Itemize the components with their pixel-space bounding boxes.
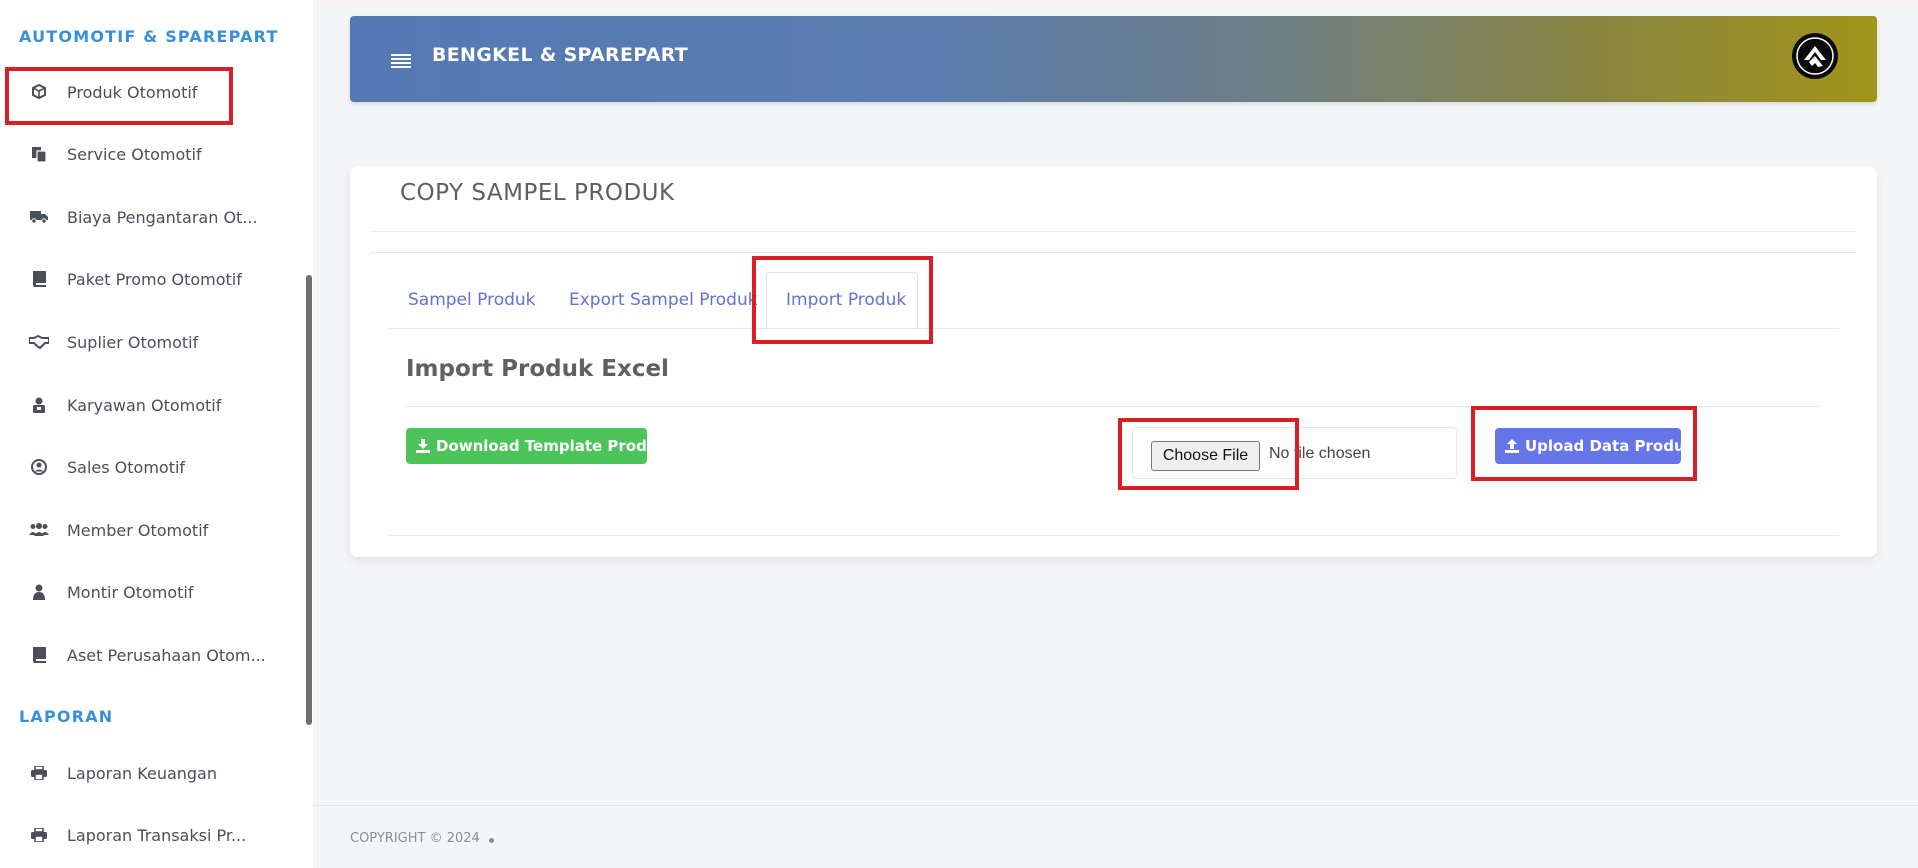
handshake-icon — [28, 331, 50, 353]
sidebar-item-label: Aset Perusahaan Otom... — [67, 645, 266, 665]
download-template-label: Download Template Produk — [436, 437, 668, 455]
file-status: No file chosen — [1269, 445, 1371, 462]
sidebar-item-aset-perusahaan[interactable]: Aset Perusahaan Otom... — [0, 633, 290, 677]
divider — [370, 231, 1857, 232]
download-icon — [416, 439, 430, 453]
sidebar-item-label: Paket Promo Otomotif — [67, 269, 242, 289]
divider — [388, 535, 1839, 536]
copy-icon — [28, 143, 50, 165]
footer-dot — [489, 838, 494, 843]
footer: COPYRIGHT © 2024 — [313, 805, 1918, 868]
sidebar-item-label: Sales Otomotif — [67, 457, 186, 477]
choose-file-button[interactable]: Choose File — [1151, 441, 1260, 471]
sidebar-item-label: Member Otomotif — [67, 520, 209, 540]
upload-data-button[interactable]: Upload Data Produk — [1495, 428, 1695, 464]
sidebar: AUTOMOTIF & SPAREPART Produk Otomotif Se… — [0, 0, 313, 868]
sidebar-item-paket-promo[interactable]: Paket Promo Otomotif — [0, 257, 290, 301]
sidebar-section-heading: LAPORAN — [19, 707, 114, 726]
sidebar-item-label: Laporan Keuangan — [67, 763, 217, 783]
user-lock-icon — [28, 394, 50, 416]
sidebar-item-label: Laporan Transaksi Pr... — [67, 825, 247, 845]
import-card: COPY SAMPEL PRODUK Sampel Produk Export … — [350, 166, 1877, 557]
sidebar-item-label: Service Otomotif — [67, 144, 202, 164]
sidebar-scrollbar[interactable] — [306, 275, 312, 725]
sidebar-item-laporan-keuangan[interactable]: Laporan Keuangan — [0, 751, 290, 795]
book-icon — [28, 644, 50, 666]
sidebar-item-produk-otomotif[interactable]: Produk Otomotif — [0, 70, 290, 114]
sidebar-item-sales[interactable]: Sales Otomotif — [0, 445, 290, 489]
sidebar-item-laporan-transaksi[interactable]: Laporan Transaksi Pr... — [0, 813, 290, 857]
top-navbar: BENGKEL & SPAREPART — [350, 16, 1877, 102]
section-title: Import Produk Excel — [406, 356, 669, 382]
logo-icon — [1796, 37, 1834, 75]
sidebar-item-label: Karyawan Otomotif — [67, 395, 222, 415]
sidebar-item-montir[interactable]: Montir Otomotif — [0, 570, 290, 614]
sidebar-item-label: Montir Otomotif — [67, 582, 194, 602]
sidebar-item-suplier[interactable]: Suplier Otomotif — [0, 320, 290, 364]
avatar[interactable] — [1792, 33, 1838, 79]
tabs-divider — [388, 328, 1839, 329]
brand-title: BENGKEL & SPAREPART — [432, 44, 689, 66]
sidebar-item-member[interactable]: Member Otomotif — [0, 508, 290, 552]
upload-icon — [1505, 439, 1519, 453]
upload-data-label: Upload Data Produk — [1525, 437, 1695, 455]
sidebar-item-karyawan[interactable]: Karyawan Otomotif — [0, 383, 290, 427]
sidebar-item-service-otomotif[interactable]: Service Otomotif — [0, 132, 290, 176]
cube-icon — [28, 81, 50, 103]
tab-sampel-produk[interactable]: Sampel Produk — [408, 290, 536, 310]
tab-export-sampel-produk[interactable]: Export Sampel Produk — [569, 290, 758, 310]
menu-icon[interactable] — [391, 54, 411, 70]
truck-icon — [28, 206, 50, 228]
divider — [406, 406, 1820, 407]
sidebar-section-heading: AUTOMOTIF & SPAREPART — [19, 27, 279, 46]
sidebar-item-label: Produk Otomotif — [67, 82, 198, 102]
copyright-text: COPYRIGHT © 2024 — [350, 831, 480, 846]
user-circle-icon — [28, 456, 50, 478]
sidebar-item-biaya-pengantaran[interactable]: Biaya Pengantaran Ot... — [0, 195, 290, 239]
card-title: COPY SAMPEL PRODUK — [400, 180, 675, 206]
print-icon — [28, 762, 50, 784]
book-icon — [28, 268, 50, 290]
user-icon — [28, 581, 50, 603]
sidebar-item-label: Biaya Pengantaran Ot... — [67, 207, 258, 227]
divider — [370, 252, 1857, 253]
download-template-button[interactable]: Download Template Produk — [406, 428, 668, 464]
sidebar-item-label: Suplier Otomotif — [67, 332, 199, 352]
file-input[interactable]: Choose File No file chosen — [1132, 427, 1457, 479]
top-strip — [313, 0, 1918, 5]
print-icon — [28, 824, 50, 846]
users-icon — [28, 519, 50, 541]
tab-import-produk[interactable]: Import Produk — [786, 290, 906, 310]
